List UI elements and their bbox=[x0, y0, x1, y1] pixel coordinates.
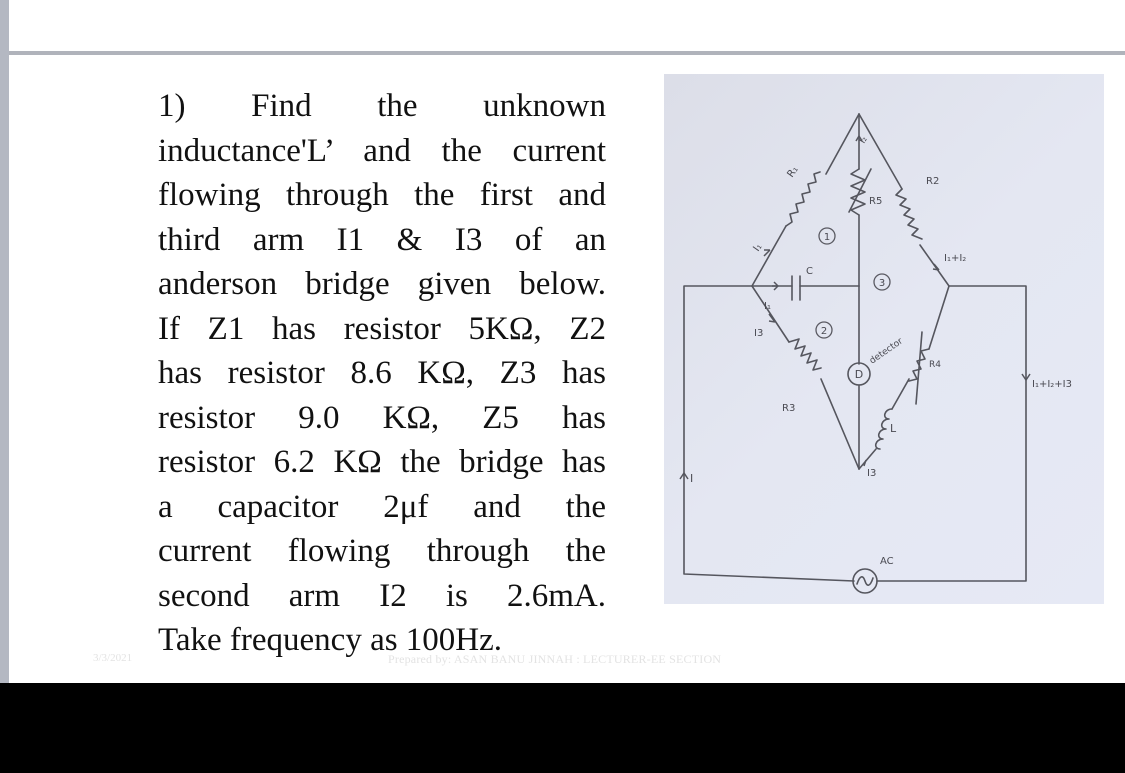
resistor-r2 bbox=[895, 188, 923, 240]
r5-label: R5 bbox=[869, 196, 882, 207]
r3-label: R3 bbox=[782, 403, 795, 414]
problem-line: third arm I1 & I3 of an bbox=[158, 221, 606, 258]
arrow-i3-bottom bbox=[863, 459, 867, 467]
screen-bottom-black-bar bbox=[0, 683, 1125, 773]
wire-l-d bbox=[858, 448, 877, 470]
i1-cap-label: I₁ bbox=[764, 301, 771, 312]
arrow-i1-i2 bbox=[932, 263, 940, 271]
i3-label: I3 bbox=[754, 328, 763, 339]
slide-left-border bbox=[0, 0, 9, 683]
wire-ab bbox=[751, 225, 787, 287]
problem-statement: 1) Find the unknown inductance'L’ and th… bbox=[158, 84, 606, 663]
i-source-label: I bbox=[690, 472, 693, 485]
resistor-r1 bbox=[785, 171, 821, 227]
anderson-bridge-diagram: 1 2 3 D detector R₁ R2 R3 R4 R5 C L I₁ I… bbox=[664, 74, 1104, 604]
r1-label: R₁ bbox=[785, 164, 800, 179]
capacitor-label: C bbox=[806, 266, 813, 277]
detector-label: detector bbox=[868, 336, 905, 366]
wire-ac-right bbox=[876, 285, 1027, 582]
wire-b-r2 bbox=[858, 113, 903, 190]
node-2-label: 2 bbox=[821, 326, 827, 337]
problem-line: resistor 9.0 KΩ, Z5 has bbox=[158, 399, 606, 436]
footer-date: 3/3/2021 bbox=[93, 652, 133, 664]
problem-line: a capacitor 2μf and the bbox=[158, 488, 606, 525]
i1-label: I₁ bbox=[751, 242, 764, 254]
problem-line: If Z1 has resistor 5KΩ, Z2 bbox=[158, 310, 606, 347]
inductor-label: L bbox=[890, 422, 897, 435]
i-total-label: I₁+I₂+I3 bbox=[1032, 379, 1072, 390]
circuit-svg: 1 2 3 D detector R₁ R2 R3 R4 R5 C L I₁ I… bbox=[679, 113, 1072, 594]
problem-line: flowing through the first and bbox=[158, 177, 606, 213]
problem-line: 1) Find the unknown bbox=[158, 88, 606, 124]
r4-label: R4 bbox=[929, 360, 941, 370]
node-3-label: 3 bbox=[879, 278, 885, 289]
wire-r1-b bbox=[825, 113, 860, 175]
i1-plus-i2-label: I₁+I₂ bbox=[944, 253, 966, 264]
wire-a-left bbox=[683, 285, 855, 582]
ac-source-wave bbox=[856, 576, 874, 586]
wire-r3-d bbox=[820, 378, 860, 470]
i3-bottom-label: I3 bbox=[867, 468, 876, 479]
arrow-i1-cap bbox=[772, 281, 779, 291]
node-1-label: 1 bbox=[824, 232, 830, 243]
problem-line: anderson bridge given below. bbox=[158, 266, 606, 302]
r2-label: R2 bbox=[926, 176, 939, 187]
footer-prepared-by: Prepared by: ASAN BANU JINNAH : LECTURER… bbox=[388, 652, 722, 666]
problem-line: has resistor 8.6 KΩ, Z3 has bbox=[158, 355, 606, 391]
slide-top-rule bbox=[9, 51, 1125, 55]
wire-c-r4 bbox=[928, 285, 950, 350]
detector-symbol: D bbox=[855, 368, 863, 381]
resistor-r3 bbox=[788, 338, 822, 371]
problem-line: second arm I2 is 2.6mA. bbox=[158, 577, 606, 614]
ac-label: AC bbox=[880, 556, 894, 567]
resistor-r5 bbox=[850, 168, 866, 216]
problem-line: resistor 6.2 KΩ the bridge has bbox=[158, 444, 606, 480]
problem-line: inductance'L’ and the current bbox=[158, 132, 606, 169]
problem-line: current flowing through the bbox=[158, 533, 606, 569]
wire-r4-l bbox=[891, 378, 910, 410]
